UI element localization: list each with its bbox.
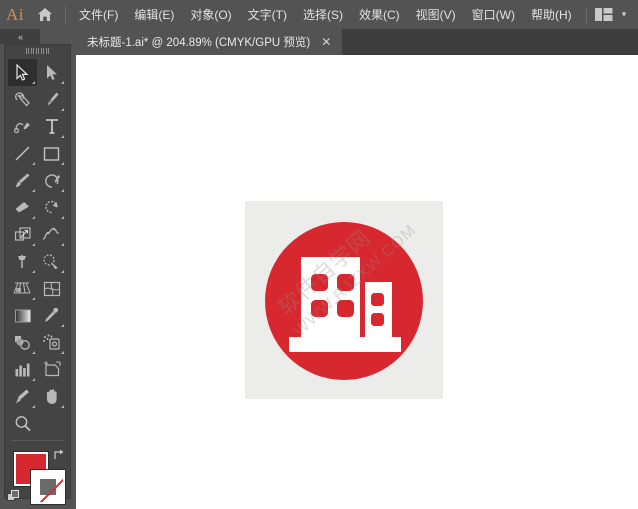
building-icon-artwork[interactable] <box>245 201 443 399</box>
magic-wand-tool[interactable] <box>8 86 37 113</box>
tool-flyout-corner-icon <box>32 378 35 381</box>
artwork-window <box>371 313 384 326</box>
eyedropper-tool[interactable] <box>37 302 66 329</box>
menu-type[interactable]: 文字(T) <box>240 0 295 29</box>
mesh-tool[interactable] <box>37 275 66 302</box>
curvature-tool[interactable] <box>8 113 37 140</box>
perspective-grid-tool[interactable] <box>8 275 37 302</box>
menu-window[interactable]: 窗口(W) <box>464 0 523 29</box>
artwork-main-building <box>301 257 360 341</box>
symbol-sprayer-tool[interactable] <box>37 329 66 356</box>
default-fill-stroke-icon[interactable] <box>7 490 20 503</box>
canvas-area[interactable]: 软件自学网 WWW.RJZXW.COM <box>76 55 638 509</box>
tool-flyout-corner-icon <box>32 243 35 246</box>
tool-flyout-corner-icon <box>61 351 64 354</box>
menu-edit[interactable]: 编辑(E) <box>126 0 182 29</box>
tool-flyout-corner-icon <box>32 162 35 165</box>
tool-flyout-corner-icon <box>61 405 64 408</box>
ai-logo-icon: Ai <box>6 4 24 24</box>
document-tab-title: 未标题-1.ai* @ 204.89% (CMYK/GPU 预览) <box>87 37 311 49</box>
tool-flyout-corner-icon <box>32 81 35 84</box>
artwork-window <box>311 300 328 317</box>
rectangle-tool[interactable] <box>37 140 66 167</box>
toolbar-divider <box>11 440 64 441</box>
tool-flyout-corner-icon <box>61 216 64 219</box>
pen-tool[interactable] <box>37 86 66 113</box>
tool-flyout-corner-icon <box>32 405 35 408</box>
width-warp-tool[interactable] <box>37 221 66 248</box>
menu-object[interactable]: 对象(O) <box>182 0 239 29</box>
direct-selection-tool[interactable] <box>37 59 66 86</box>
tool-flyout-corner-icon <box>32 297 35 300</box>
tool-flyout-corner-icon <box>61 324 64 327</box>
gripper-bars-icon <box>25 48 50 54</box>
menu-bar: Ai 文件(F) 编辑(E) 对象(O) 文字(T) 选择(S) 效果(C) 视… <box>0 0 638 29</box>
line-segment-tool[interactable] <box>8 140 37 167</box>
gradient-tool[interactable] <box>8 302 37 329</box>
eraser-tool[interactable] <box>8 194 37 221</box>
free-transform-tool[interactable] <box>8 248 37 275</box>
blend-tool[interactable] <box>8 329 37 356</box>
tool-flyout-corner-icon <box>61 243 64 246</box>
panel-gripper[interactable] <box>5 45 70 57</box>
column-graph-tool[interactable] <box>8 356 37 383</box>
hand-tool[interactable] <box>37 383 66 410</box>
tool-flyout-corner-icon <box>61 270 64 273</box>
document-tab[interactable]: 未标题-1.ai* @ 204.89% (CMYK/GPU 预览) ✕ <box>76 29 344 55</box>
tool-flyout-corner-icon <box>61 162 64 165</box>
tool-flyout-corner-icon <box>32 270 35 273</box>
menu-file[interactable]: 文件(F) <box>71 0 126 29</box>
artwork-base <box>289 337 401 352</box>
menu-view[interactable]: 视图(V) <box>408 0 464 29</box>
artwork-window <box>311 274 328 291</box>
home-icon[interactable] <box>30 0 60 29</box>
swap-fill-stroke-icon[interactable] <box>52 448 65 461</box>
shape-builder-tool[interactable] <box>37 248 66 275</box>
tool-flyout-corner-icon <box>61 108 64 111</box>
toolbar-collapse-button[interactable]: « <box>0 29 40 44</box>
tool-flyout-corner-icon <box>61 81 64 84</box>
menu-divider-right <box>586 5 587 24</box>
menu-help[interactable]: 帮助(H) <box>523 0 580 29</box>
artwork-window <box>337 300 354 317</box>
menu-select[interactable]: 选择(S) <box>295 0 351 29</box>
menu-effect[interactable]: 效果(C) <box>351 0 408 29</box>
artboard[interactable]: 软件自学网 WWW.RJZXW.COM <box>245 201 443 399</box>
artwork-side-building <box>365 282 392 341</box>
tool-grid <box>5 57 70 437</box>
tool-flyout-corner-icon <box>61 135 64 138</box>
close-icon[interactable]: ✕ <box>319 35 333 49</box>
fill-stroke-control <box>5 446 70 509</box>
tool-empty-slot <box>37 410 66 437</box>
artwork-window <box>337 274 354 291</box>
menu-divider <box>65 5 66 24</box>
zoom-tool[interactable] <box>8 410 37 437</box>
chevron-double-left-icon: « <box>17 31 23 42</box>
scale-tool[interactable] <box>8 221 37 248</box>
chevron-down-icon[interactable]: ▾ <box>616 0 632 29</box>
tools-panel <box>4 44 71 504</box>
tool-flyout-corner-icon <box>32 189 35 192</box>
tool-flyout-corner-icon <box>32 216 35 219</box>
illustrator-window: Ai 文件(F) 编辑(E) 对象(O) 文字(T) 选择(S) 效果(C) 视… <box>0 0 638 509</box>
slice-tool[interactable] <box>8 383 37 410</box>
paintbrush-tool[interactable] <box>8 167 37 194</box>
type-tool[interactable] <box>37 113 66 140</box>
stroke-swatch[interactable] <box>31 470 65 504</box>
selection-tool[interactable] <box>8 59 37 86</box>
artwork-window <box>371 293 384 306</box>
artboard-tool[interactable] <box>37 356 66 383</box>
shaper-tool[interactable] <box>37 167 66 194</box>
workspace-grid-icon[interactable] <box>592 0 616 29</box>
tool-flyout-corner-icon <box>61 189 64 192</box>
rotate-tool[interactable] <box>37 194 66 221</box>
document-tab-bar: 未标题-1.ai* @ 204.89% (CMYK/GPU 预览) ✕ <box>76 29 638 55</box>
tool-flyout-corner-icon <box>32 351 35 354</box>
